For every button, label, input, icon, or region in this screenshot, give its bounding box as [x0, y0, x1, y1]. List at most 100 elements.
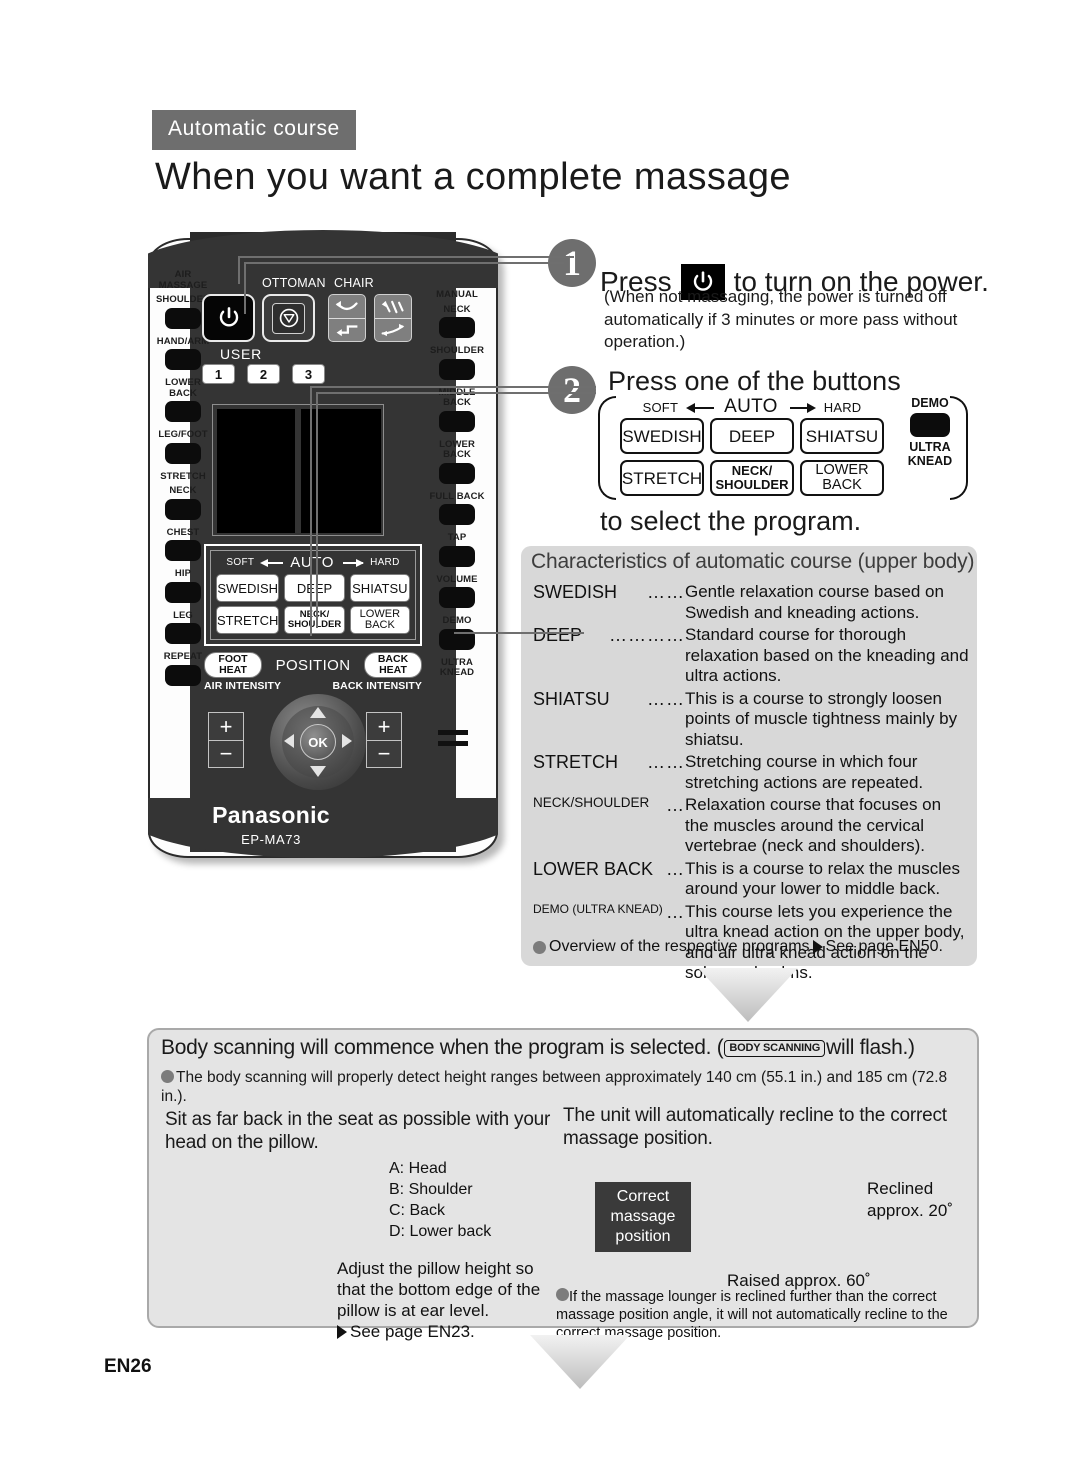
step-2-soft-label: SOFT — [642, 399, 679, 415]
characteristics-dots: … — [666, 901, 685, 922]
remote-left-button-7[interactable] — [165, 540, 201, 561]
remote-left-button-10[interactable] — [165, 664, 201, 686]
remote-right-button-2[interactable] — [439, 358, 475, 380]
step-2-program-stretch[interactable]: STRETCH — [620, 460, 704, 496]
remote-back-intensity-stepper[interactable]: + − — [366, 712, 402, 768]
characteristics-desc-3: Stretching course in which four stretchi… — [685, 752, 924, 792]
step-2-program-neck-shoulder[interactable]: NECK/ SHOULDER — [710, 460, 794, 496]
characteristics-term-text: LOWER BACK — [533, 858, 654, 879]
remote-back-heat-button[interactable]: BACK HEAT — [364, 652, 422, 678]
triangle-right-icon — [812, 940, 823, 954]
step-2-auto-label: AUTO — [724, 396, 778, 417]
characteristics-desc-4: Relaxation course that focuses on the mu… — [685, 795, 942, 855]
characteristics-dots: …… — [647, 688, 685, 709]
remote-foot-heat-button[interactable]: FOOT HEAT — [204, 652, 262, 678]
body-scan-panel: Body scanning will commence when the pro… — [147, 1028, 979, 1341]
remote-left-button-8[interactable] — [165, 581, 201, 603]
body-scan-heading: Body scanning will commence when the pro… — [161, 1036, 973, 1060]
characteristics-footer-link[interactable]: See page EN50. — [826, 938, 943, 956]
remote-left-button-4[interactable] — [165, 442, 201, 464]
remote-model-number: EP-MA73 — [241, 832, 301, 847]
back-plus[interactable]: + — [367, 713, 401, 740]
characteristics-term-3: STRETCH …… — [533, 752, 685, 793]
remote-left-button-6[interactable] — [165, 498, 201, 520]
characteristics-row: SWEDISH…… Gentle relaxation course based … — [533, 582, 969, 623]
step-2-program-grid: SWEDISH DEEP SHIATSU STRETCH NECK/ SHOUL… — [620, 418, 884, 496]
back-minus[interactable]: − — [367, 740, 401, 767]
remote-left-button-1[interactable] — [165, 307, 201, 329]
remote-right-label-2: SHOULDER — [429, 345, 485, 356]
body-scan-left-heading: Sit as far back in the seat as possible … — [165, 1109, 551, 1153]
category-tag: Automatic course — [152, 110, 356, 150]
remote-left-button-9[interactable] — [165, 623, 201, 644]
remote-program-stretch[interactable]: STRETCH — [216, 606, 280, 634]
characteristics-row: LOWER BACK … This is a course to relax the… — [533, 859, 969, 900]
characteristics-footer-text: Overview of the respective programs — [549, 938, 810, 955]
characteristics-footer: Overview of the respective programs See … — [533, 938, 943, 956]
step-2-hard-label: HARD — [823, 399, 862, 415]
reclined-angle-label: Reclined approx. 20˚ — [867, 1179, 953, 1220]
pillow-adjust-sentence: Adjust the pillow height so that the bot… — [337, 1259, 541, 1320]
dpad-left-icon — [284, 734, 294, 748]
remote-left-button-3[interactable] — [165, 401, 201, 422]
remote-left-label-0: AIR MASSAGE — [158, 269, 208, 291]
characteristics-desc-1: Standard course for thorough relaxation … — [685, 625, 969, 685]
equals-mark-icon — [438, 730, 468, 752]
body-scan-legend-item-0: A: Head — [389, 1160, 447, 1177]
correct-massage-position-chip: Correct massage position — [595, 1182, 691, 1252]
chair-raise-icon — [375, 318, 411, 341]
dpad-up-icon — [310, 707, 326, 718]
remote-program-swedish[interactable]: SWEDISH — [216, 574, 280, 602]
step-2-program-shiatsu[interactable]: SHIATSU — [800, 418, 884, 454]
page-title: When you want a complete massage — [155, 156, 791, 198]
user-preset-row: 1 2 3 — [202, 364, 325, 384]
bullet-icon — [533, 940, 546, 954]
remote-air-intensity-stepper[interactable]: + − — [208, 712, 244, 768]
user-preset-1[interactable]: 1 — [202, 364, 235, 384]
brace-left — [598, 396, 616, 500]
characteristics-row: NECK/SHOULDER … Relaxation course that foc… — [533, 795, 969, 857]
step-2-program-lower-back[interactable]: LOWER BACK — [800, 460, 884, 496]
arrow-left-icon — [260, 559, 284, 567]
remote-left-button-2[interactable] — [165, 349, 201, 370]
body-scan-note-text: The body scanning will properly detect h… — [161, 1069, 948, 1105]
step-2-ultra-knead-label: ULTRA KNEAD — [907, 440, 953, 468]
body-scan-legend: A: Head B: Shoulder C: Back D: Lower back — [389, 1158, 491, 1242]
body-scan-left-block: Sit as far back in the seat as possible … — [165, 1108, 565, 1154]
step-2-program-swedish[interactable]: SWEDISH — [620, 418, 704, 454]
characteristics-row: STRETCH …… Stretching course in which four… — [533, 752, 969, 793]
body-scan-legend-item-3: D: Lower back — [389, 1223, 492, 1240]
characteristics-dots: …… — [647, 752, 685, 772]
display-left-area — [217, 409, 295, 533]
triangle-right-icon — [337, 1324, 347, 1339]
characteristics-term-4: NECK/SHOULDER… — [533, 795, 685, 857]
arrow-right-icon — [786, 402, 816, 413]
air-plus[interactable]: + — [209, 713, 243, 740]
pillow-see-page-text[interactable]: See page EN23. — [350, 1321, 475, 1342]
user-preset-2[interactable]: 2 — [247, 364, 280, 384]
body-scan-legend-item-1: B: Shoulder — [389, 1181, 473, 1198]
remote-dpad[interactable]: OK — [270, 694, 366, 790]
dpad-down-icon — [310, 766, 326, 777]
remote-right-button-1[interactable] — [439, 317, 475, 338]
step-1-note: (When not massaging, the power is turned… — [604, 287, 958, 351]
step-2-demo-column: DEMO ULTRA KNEAD — [898, 396, 962, 468]
body-scan-footnote-text: If the massage lounger is reclined furth… — [556, 1289, 948, 1341]
callout-line-programs-2 — [316, 392, 596, 628]
characteristics-row: SHIATSU …… This is a course to strongly lo… — [533, 689, 969, 751]
bullet-icon — [161, 1070, 174, 1083]
flow-arrow-down-2 — [530, 1335, 630, 1389]
characteristics-term-text: SHIATSU — [533, 688, 610, 709]
remote-ok-button[interactable]: OK — [300, 724, 336, 760]
body-scan-footnote: If the massage lounger is reclined furth… — [556, 1288, 968, 1342]
step-2-demo-button[interactable] — [910, 413, 950, 437]
remote-intensity-labels: AIR INTENSITY BACK INTENSITY — [204, 680, 422, 692]
characteristics-title: Characteristics of automatic course (upp… — [531, 550, 975, 573]
pillow-see-page: See page EN23. — [337, 1321, 553, 1342]
air-minus[interactable]: − — [209, 740, 243, 767]
user-preset-3[interactable]: 3 — [292, 364, 325, 384]
characteristics-term-text: NECK/SHOULDER — [533, 795, 650, 810]
step-2-program-deep[interactable]: DEEP — [710, 418, 794, 454]
callout-line-power-2 — [244, 262, 564, 314]
remote-heat-row: FOOT HEAT POSITION BACK HEAT — [204, 652, 422, 678]
